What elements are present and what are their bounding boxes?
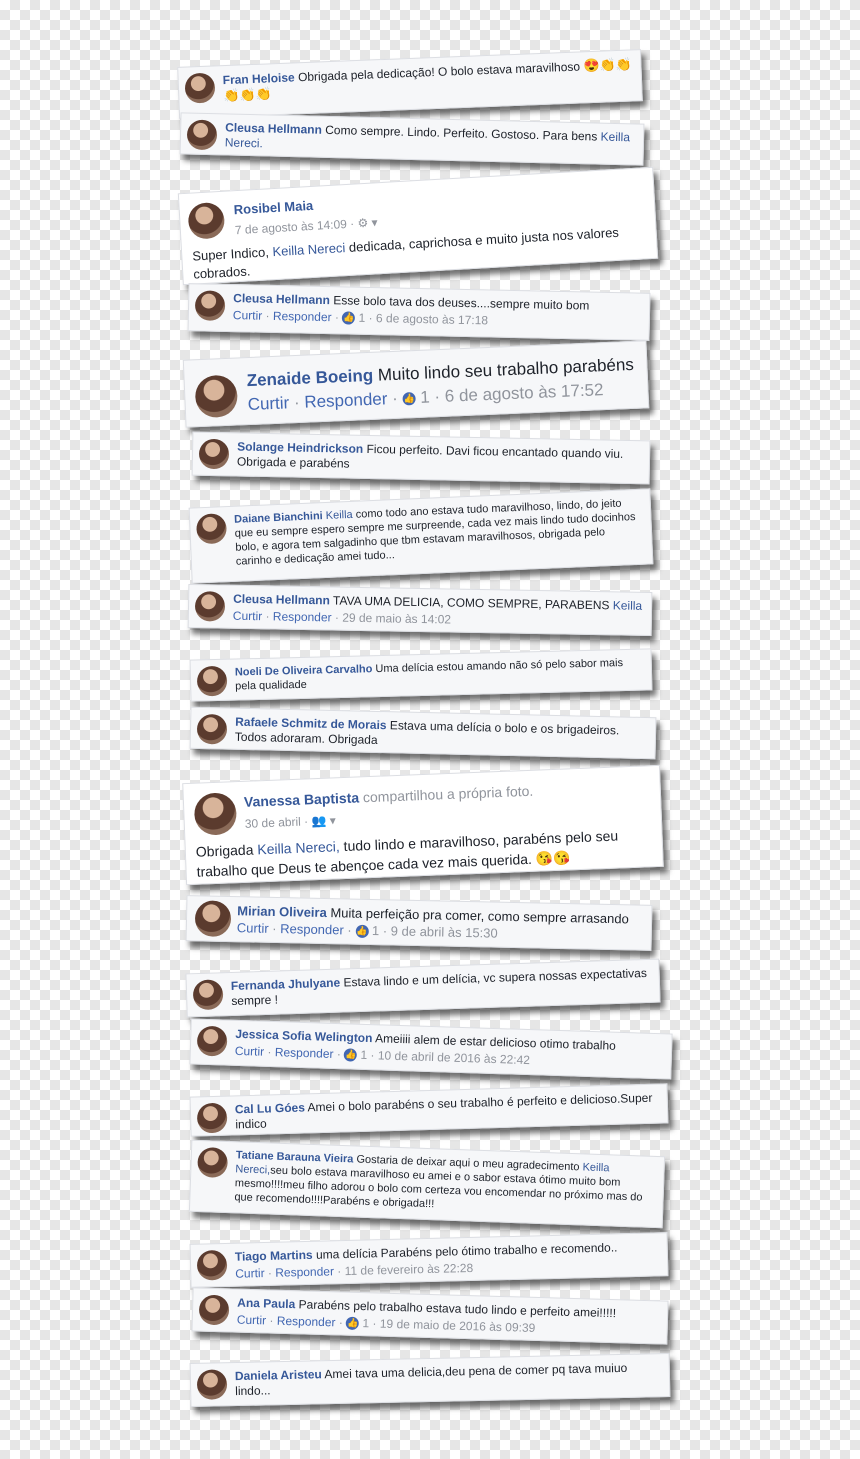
comment-card: Cleusa Hellmann Esse bolo tava dos deuse…: [187, 283, 651, 341]
reply-link[interactable]: Responder: [275, 1264, 334, 1279]
like-icon: 👍: [343, 1048, 358, 1063]
avatar[interactable]: [194, 374, 239, 419]
comment-date[interactable]: 10 de abril de 2016 às 22:42: [378, 1048, 530, 1067]
comment-card: Fernanda Jhulyane Estava lindo e um delí…: [185, 958, 661, 1018]
comment-date[interactable]: 6 de agosto às 17:52: [444, 380, 603, 406]
like-link[interactable]: Curtir: [237, 1313, 267, 1328]
comment-text: como todo ano estava tudo maravilhoso, l…: [234, 497, 636, 568]
like-icon: 👍: [345, 1316, 360, 1331]
comment-text: Como sempre. Lindo. Perfeito. Gostoso. P…: [325, 122, 598, 144]
comment-card: Tiago Martins uma delícia Parabéns pelo …: [189, 1232, 669, 1288]
avatar[interactable]: [184, 72, 216, 104]
avatar[interactable]: [196, 1249, 228, 1281]
comment-card: Cleusa Hellmann TAVA UMA DELICIA, COMO S…: [187, 583, 653, 637]
avatar[interactable]: [186, 119, 218, 151]
like-count: 1: [371, 923, 380, 939]
commenter-name[interactable]: Cleusa Hellmann: [233, 291, 330, 307]
comment-card: Noeli De Oliveira Carvalho Uma delícia e…: [189, 648, 653, 702]
comment-date[interactable]: 19 de maio de 2016 às 09:39: [380, 1317, 536, 1335]
comment-card: Jessica Sofia Welington Ameiiii alem de …: [189, 1018, 673, 1080]
comment-date[interactable]: 29 de maio às 14:02: [342, 611, 451, 627]
post-card: Rosibel Maia 7 de agosto às 14:09 · ⚙ ▾ S…: [177, 166, 659, 286]
comment-date[interactable]: 6 de agosto às 17:18: [376, 311, 488, 327]
shared-text: compartilhou a própria foto.: [362, 782, 534, 806]
like-link[interactable]: Curtir: [233, 609, 263, 624]
comment-card: Rafaele Schmitz de Morais Estava uma del…: [189, 706, 657, 760]
avatar[interactable]: [197, 1146, 229, 1179]
commenter-name[interactable]: Jessica Sofia Welington: [235, 1027, 373, 1045]
commenter-name[interactable]: Cal Lu Góes: [235, 1100, 305, 1116]
avatar[interactable]: [196, 665, 228, 697]
like-link[interactable]: Curtir: [235, 1266, 265, 1281]
commenter-name[interactable]: Cleusa Hellmann: [233, 592, 330, 608]
comment-card: Cleusa Hellmann Como sempre. Lindo. Perf…: [179, 112, 645, 166]
commenter-name[interactable]: Fernanda Jhulyane: [231, 976, 341, 993]
emoji: 😘😘: [535, 849, 571, 867]
like-icon: 👍: [402, 392, 416, 406]
commenter-name[interactable]: Zenaide Boeing: [246, 366, 373, 390]
comment-card: Daniela Aristeu Amei tava uma delicia,de…: [189, 1352, 671, 1408]
commenter-name[interactable]: Cleusa Hellmann: [225, 120, 322, 136]
tagged-user-link[interactable]: Keilla Nereci,: [257, 838, 340, 857]
avatar[interactable]: [187, 201, 226, 240]
avatar[interactable]: [198, 438, 230, 470]
like-count: 1: [360, 1047, 368, 1062]
comment-card: Daiane Bianchini Keilla como todo ano es…: [188, 488, 654, 584]
commenter-name[interactable]: Daniela Aristeu: [235, 1367, 322, 1383]
comment-date[interactable]: 11 de fevereiro às 22:28: [344, 1261, 473, 1278]
comment-card: Fran Heloise Obrigada pela dedicação! O …: [177, 49, 643, 119]
comment-date[interactable]: 9 de abril às 15:30: [391, 923, 498, 940]
like-count: 1: [358, 310, 366, 325]
commenter-name[interactable]: Noeli De Oliveira Carvalho: [235, 663, 373, 678]
commenter-name[interactable]: Ana Paula: [237, 1296, 295, 1312]
like-link[interactable]: Curtir: [233, 308, 263, 323]
reply-link[interactable]: Responder: [275, 1045, 334, 1061]
avatar[interactable]: [194, 591, 226, 622]
comment-card: Ana Paula Parabéns pelo trabalho estava …: [191, 1287, 669, 1345]
like-link[interactable]: Curtir: [237, 920, 269, 936]
commenter-name[interactable]: Fran Heloise: [222, 70, 295, 87]
avatar[interactable]: [196, 1025, 228, 1057]
like-link[interactable]: Curtir: [247, 393, 289, 414]
tagged-user-link[interactable]: Keilla Nereci: [272, 240, 346, 259]
comment-text: TAVA UMA DELICIA, COMO SEMPRE, PARABENS: [332, 593, 610, 613]
commenter-name[interactable]: Solange Heindrickson: [237, 439, 363, 455]
comment-text: Obrigada pela dedicação! O bolo estava m…: [297, 59, 581, 85]
commenter-name[interactable]: Daiane Bianchini: [234, 510, 323, 526]
avatar[interactable]: [196, 1102, 228, 1134]
avatar[interactable]: [192, 979, 224, 1011]
reply-link[interactable]: Responder: [280, 921, 344, 937]
comment-text: Esse bolo tava dos deuses....sempre muit…: [333, 293, 590, 313]
comment-card: Solange Heindrickson Ficou perfeito. Dav…: [191, 431, 651, 485]
comment-card: Tatiane Barauna Vieira Gostaria de deixa…: [188, 1139, 666, 1229]
like-count: 1: [362, 1316, 370, 1331]
avatar[interactable]: [194, 290, 226, 321]
comment-card: Cal Lu Góes Amei o bolo parabéns o seu t…: [189, 1083, 669, 1137]
poster-name[interactable]: Vanessa Baptista: [244, 789, 360, 809]
commenter-name[interactable]: Mirian Oliveira: [237, 903, 327, 920]
comment-card: Zenaide Boeing Muito lindo seu trabalho …: [182, 340, 650, 428]
avatar[interactable]: [198, 1294, 230, 1326]
comment-card: Mirian Oliveira Muita perfeição pra come…: [185, 895, 653, 951]
reply-link[interactable]: Responder: [304, 389, 388, 411]
like-icon: 👍: [355, 924, 369, 939]
avatar[interactable]: [193, 792, 238, 836]
like-icon: 👍: [342, 311, 356, 325]
avatar[interactable]: [194, 900, 232, 938]
tagged-user-link[interactable]: Keilla: [326, 509, 353, 522]
avatar[interactable]: [196, 713, 228, 745]
like-link[interactable]: Curtir: [235, 1044, 265, 1059]
post-card: Vanessa Baptista compartilhou a própria …: [182, 764, 664, 886]
tagged-user-link[interactable]: Keilla: [613, 598, 643, 613]
reply-link[interactable]: Responder: [273, 309, 332, 324]
reply-link[interactable]: Responder: [273, 609, 332, 624]
commenter-name[interactable]: Tiago Martins: [235, 1248, 313, 1264]
avatar[interactable]: [195, 513, 228, 545]
like-count: 1: [419, 387, 431, 407]
avatar[interactable]: [196, 1369, 228, 1400]
reply-link[interactable]: Responder: [277, 1314, 336, 1330]
